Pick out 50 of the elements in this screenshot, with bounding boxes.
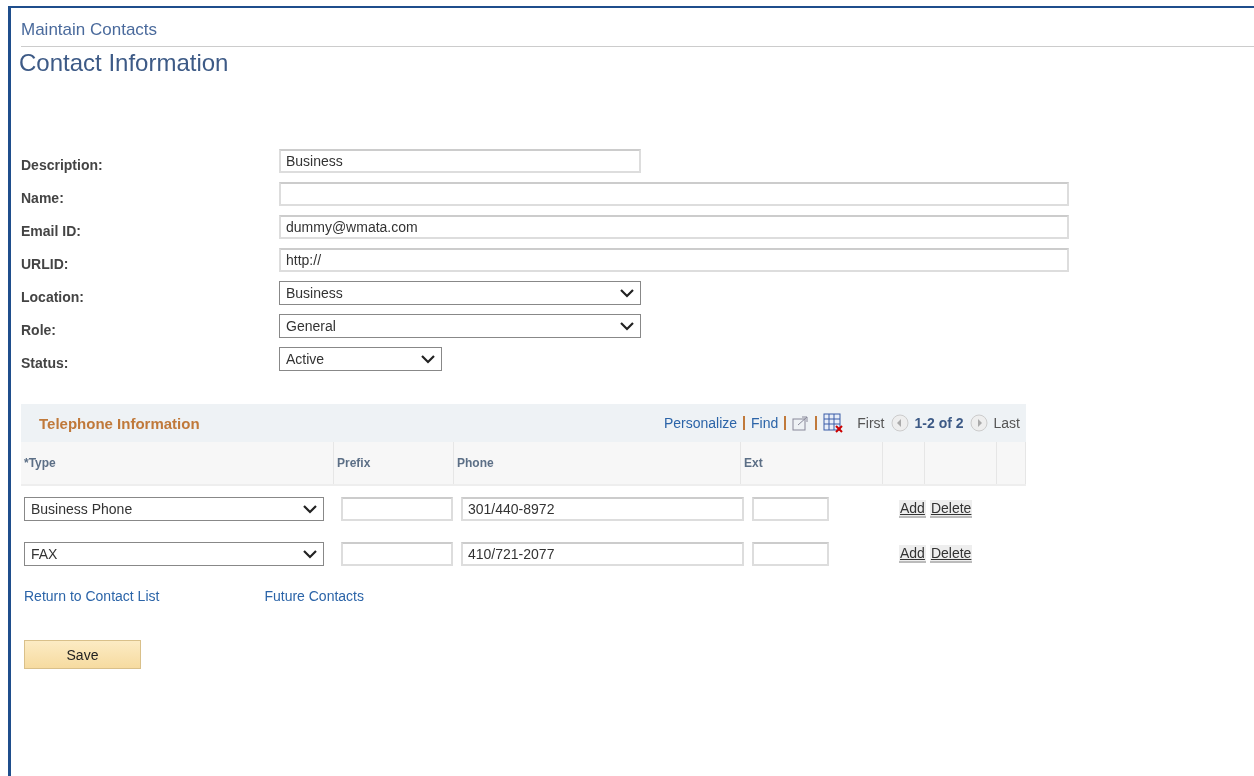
page-title: Contact Information bbox=[19, 48, 229, 77]
first-label: First bbox=[857, 415, 885, 431]
add-button[interactable]: Add bbox=[899, 499, 926, 518]
text-field[interactable]: Business bbox=[279, 149, 641, 173]
prefix-field[interactable] bbox=[341, 541, 453, 566]
text-field[interactable] bbox=[279, 182, 1069, 206]
page-range: 1-2 of 2 bbox=[914, 415, 964, 431]
phone-field[interactable]: 410/721-2077 bbox=[461, 541, 744, 566]
text-field[interactable]: dummy@wmata.com bbox=[279, 215, 1069, 239]
personalize-link[interactable]: Personalize bbox=[663, 415, 738, 431]
nav-link[interactable]: Future Contacts bbox=[264, 588, 364, 604]
save-button[interactable]: Save bbox=[24, 640, 141, 669]
previous-icon[interactable] bbox=[890, 414, 909, 432]
field-label: Role: bbox=[21, 321, 57, 338]
chevron-down-icon bbox=[620, 321, 634, 331]
field-label: URLID: bbox=[21, 255, 70, 272]
type-dropdown[interactable]: FAX bbox=[24, 541, 324, 566]
breadcrumb: Maintain Contacts bbox=[21, 19, 158, 41]
column-header: Prefix bbox=[337, 456, 371, 470]
chevron-down-icon bbox=[303, 503, 317, 514]
delete-button[interactable]: Delete bbox=[929, 499, 973, 518]
column-header: Phone bbox=[457, 456, 494, 470]
dropdown[interactable]: Business bbox=[279, 281, 641, 305]
grid-title: Telephone Information bbox=[39, 414, 200, 432]
field-label: Email ID: bbox=[21, 222, 82, 239]
text-field[interactable]: http:// bbox=[279, 248, 1069, 272]
column-header: Ext bbox=[744, 456, 763, 470]
type-dropdown[interactable]: Business Phone bbox=[24, 496, 324, 521]
delete-button[interactable]: Delete bbox=[929, 544, 973, 563]
column-header: *Type bbox=[24, 456, 56, 470]
ext-field[interactable] bbox=[752, 496, 829, 521]
dropdown[interactable]: Active bbox=[279, 347, 442, 371]
ext-field[interactable] bbox=[752, 541, 829, 566]
field-label: Location: bbox=[21, 288, 85, 305]
phone-field[interactable]: 301/440-8972 bbox=[461, 496, 744, 521]
dropdown[interactable]: General bbox=[279, 314, 641, 338]
nav-link[interactable]: Return to Contact List bbox=[24, 588, 160, 604]
spreadsheet-icon[interactable] bbox=[823, 413, 844, 433]
chevron-down-icon bbox=[303, 548, 317, 559]
next-icon[interactable] bbox=[969, 414, 988, 432]
prefix-field[interactable] bbox=[341, 496, 453, 521]
expand-icon[interactable] bbox=[792, 415, 810, 431]
add-button[interactable]: Add bbox=[899, 544, 926, 563]
find-link[interactable]: Find bbox=[751, 415, 779, 431]
chevron-down-icon bbox=[620, 288, 634, 298]
field-label: Description: bbox=[21, 156, 104, 173]
chevron-down-icon bbox=[421, 354, 435, 364]
field-label: Status: bbox=[21, 354, 70, 371]
last-label: Last bbox=[993, 415, 1020, 431]
field-label: Name: bbox=[21, 189, 65, 206]
